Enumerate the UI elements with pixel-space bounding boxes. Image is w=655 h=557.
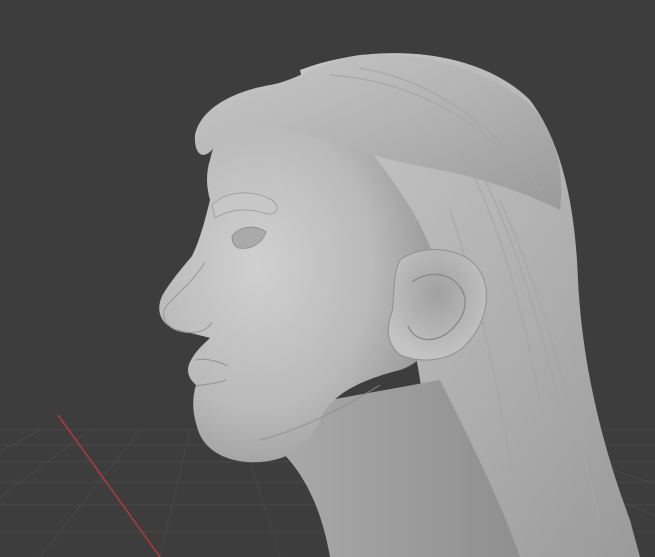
- viewport-canvas[interactable]: [0, 0, 655, 557]
- 3d-viewport[interactable]: [0, 0, 655, 557]
